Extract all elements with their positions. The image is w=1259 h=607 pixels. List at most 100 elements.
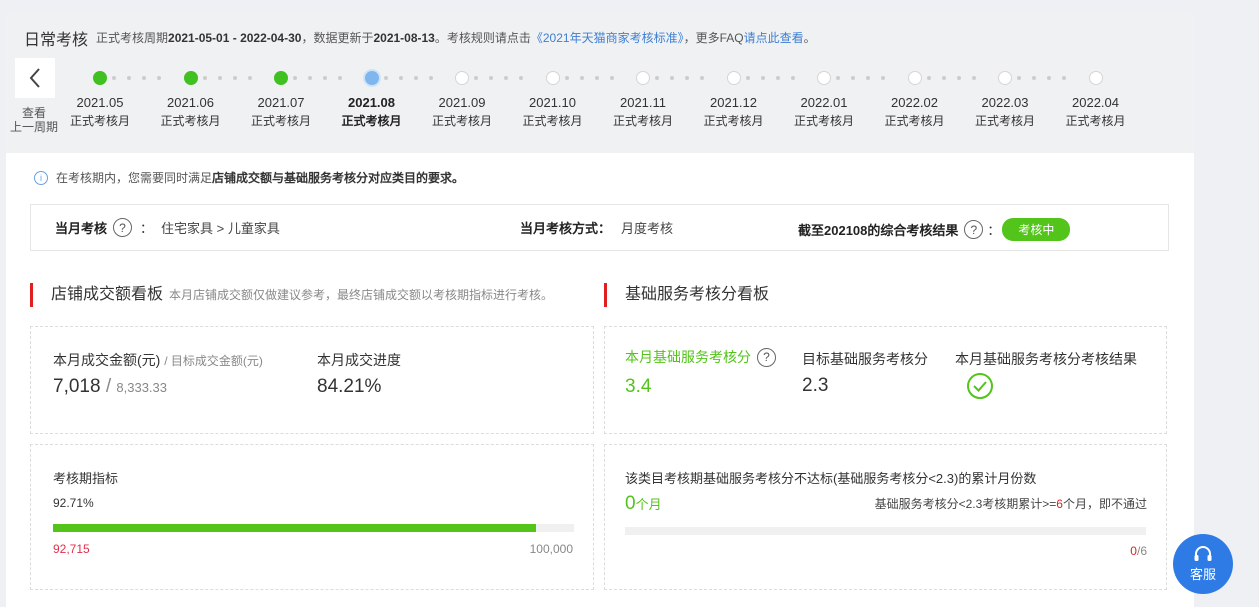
timeline-connector-dot [519,76,523,80]
timeline-month-0[interactable]: 2021.05 正式考核月 [60,93,140,131]
timeline-connector-dot [474,76,478,80]
timeline-area: 日常考核 正式考核周期2021-05-01 - 2022-04-30，数据更新于… [6,12,1194,153]
period-range: 2021-05-01 - 2022-04-30 [168,31,302,45]
timeline-connector-dot [308,76,312,80]
timeline-month-10[interactable]: 2022.03 正式考核月 [965,93,1045,131]
sales-progress-label: 本月成交进度 [317,352,401,368]
page-title: 日常考核 [24,32,89,49]
period-target-label: 考核期指标 [53,471,119,486]
fail-progress-bar [625,527,1146,535]
timeline-month-9[interactable]: 2022.02 正式考核月 [875,93,955,131]
period-percent: 92.71% [53,496,94,510]
prev-period-button[interactable] [15,58,55,98]
timeline-connector-dot [941,76,946,80]
timeline-connector-dot [323,76,327,80]
timeline-dot-current [364,71,379,85]
timeline-connector-dot [217,76,222,80]
timeline-connector-dot [760,76,765,80]
sales-amount-value: 7,018 / 8,333.33 [53,376,167,397]
sales-progress-value: 84.21% [317,376,382,397]
service-fail-card: 该类目考核期基础服务考核分不达标(基础服务考核分<2.3)的累计月份数 0个月 … [604,444,1167,590]
timeline-connector-dot [790,76,795,80]
notice-bar: i 在考核期内，您需要同时满足 店铺成交额与基础服务考核分对应类目的要求。 [34,169,464,186]
timeline-month-6[interactable]: 2021.11 正式考核月 [603,93,683,131]
timeline-month-7[interactable]: 2021.12 正式考核月 [694,93,774,131]
service-result-label: 本月基础服务考核分考核结果 [955,351,1137,367]
month-exam: 当月考核 ? ： 住宅家具 > 儿童家具 [55,218,280,237]
timeline-connector-dot [202,76,207,80]
service-score-label: 本月基础服务考核分 ? [625,347,776,367]
timeline-connector-dot [685,76,689,80]
info-icon: i [34,170,48,185]
timeline-dot-future [545,71,560,85]
timeline-connector-dot [926,76,931,80]
customer-service-button[interactable]: 客服 [1173,534,1233,594]
timeline-connector-dot [655,76,659,80]
timeline-connector-dot [232,76,237,80]
timeline-dot-done [274,71,288,85]
timeline-connector-dot [1032,76,1036,80]
service-board-title: 基础服务考核分看板 [604,283,769,307]
sales-amount-label: 本月成交金额(元) / 目标成交金额(元) [53,352,263,368]
timeline-month-8[interactable]: 2022.01 正式考核月 [784,93,864,131]
timeline-connector-dot [609,76,614,80]
help-icon[interactable]: ? [757,347,776,367]
timeline-connector-dot [293,76,297,80]
timeline-connector-dot [142,76,146,80]
help-icon[interactable]: ? [113,218,133,237]
service-target-value: 2.3 [802,375,829,396]
timeline-month-11[interactable]: 2022.04 正式考核月 [1056,93,1136,131]
exam-category: 住宅家具 > 儿童家具 [161,221,280,236]
timeline-connector-dot [700,76,704,80]
timeline-connector-dot [247,76,252,80]
timeline-month-4[interactable]: 2021.09 正式考核月 [422,93,502,131]
fail-counter: 0/6 [1130,544,1147,558]
timeline-connector-dot [594,76,599,80]
timeline-month-5[interactable]: 2021.10 正式考核月 [513,93,593,131]
update-date: 2021-08-13 [373,31,435,45]
fail-rule: 基础服务考核分<2.3考核期累计>=6个月，即不通过 [874,497,1147,511]
timeline-connector-dot [775,76,780,80]
rule-link[interactable]: 《2021年天猫商家考核标准》 [531,31,684,45]
timeline-connector-dot [398,76,403,80]
timeline-connector-dot [383,76,388,80]
period-target: 100,000 [529,542,573,556]
timeline-month-1[interactable]: 2021.06 正式考核月 [151,93,231,131]
headset-icon [1194,545,1212,561]
exam-method: 当月考核方式： 月度考核 [520,221,674,236]
check-circle-icon [967,373,993,399]
page-subtitle: 正式考核周期2021-05-01 - 2022-04-30，数据更新于2021-… [96,31,816,45]
timeline-connector-dot [157,76,161,80]
service-score-value: 3.4 [625,376,652,397]
timeline-connector-dot [564,76,569,80]
timeline-connector-dot [489,76,493,80]
sales-board-title: 店铺成交额看板 本月店铺成交额仅做建议参考，最终店铺成交额以考核期指标进行考核。 [30,283,553,307]
timeline-connector-dot [413,76,418,80]
faq-link[interactable]: 请点此查看 [744,31,804,45]
timeline-dot-future [1088,71,1103,85]
timeline-dot-future [998,71,1012,85]
timeline-month-3[interactable]: 2021.08 正式考核月 [332,93,412,131]
period-progress-bar [53,524,574,532]
timeline-connector-dot [881,76,885,80]
service-score-card: 本月基础服务考核分 ? 3.4 目标基础服务考核分 2.3 本月基础服务考核分考… [604,326,1167,434]
timeline-dot-done [183,71,198,85]
period-target-card: 考核期指标 92.71% 92,715 100,000 [30,444,594,590]
timeline-month-2[interactable]: 2021.07 正式考核月 [241,93,321,131]
service-target-label: 目标基础服务考核分 [802,351,928,367]
timeline-connector-dot [1062,76,1066,80]
timeline-connector-dot [579,76,584,80]
timeline-connector-dot [956,76,961,80]
fail-count: 0个月 [625,493,662,514]
timeline-connector-dot [338,76,342,80]
timeline-connector-dot [670,76,674,80]
timeline-connector-dot [851,76,855,80]
chevron-left-icon [29,68,40,88]
help-icon[interactable]: ? [964,220,984,239]
prev-period-label[interactable]: 查看 上一周期 [6,106,62,134]
timeline-connector-dot [504,76,508,80]
exam-info-box: 当月考核 ? ： 住宅家具 > 儿童家具 当月考核方式： 月度考核 截至2021… [30,204,1169,251]
sales-card: 本月成交金额(元) / 目标成交金额(元) 7,018 / 8,333.33 本… [30,326,594,434]
period-current: 92,715 [53,542,90,556]
timeline-dot-future [636,71,650,85]
